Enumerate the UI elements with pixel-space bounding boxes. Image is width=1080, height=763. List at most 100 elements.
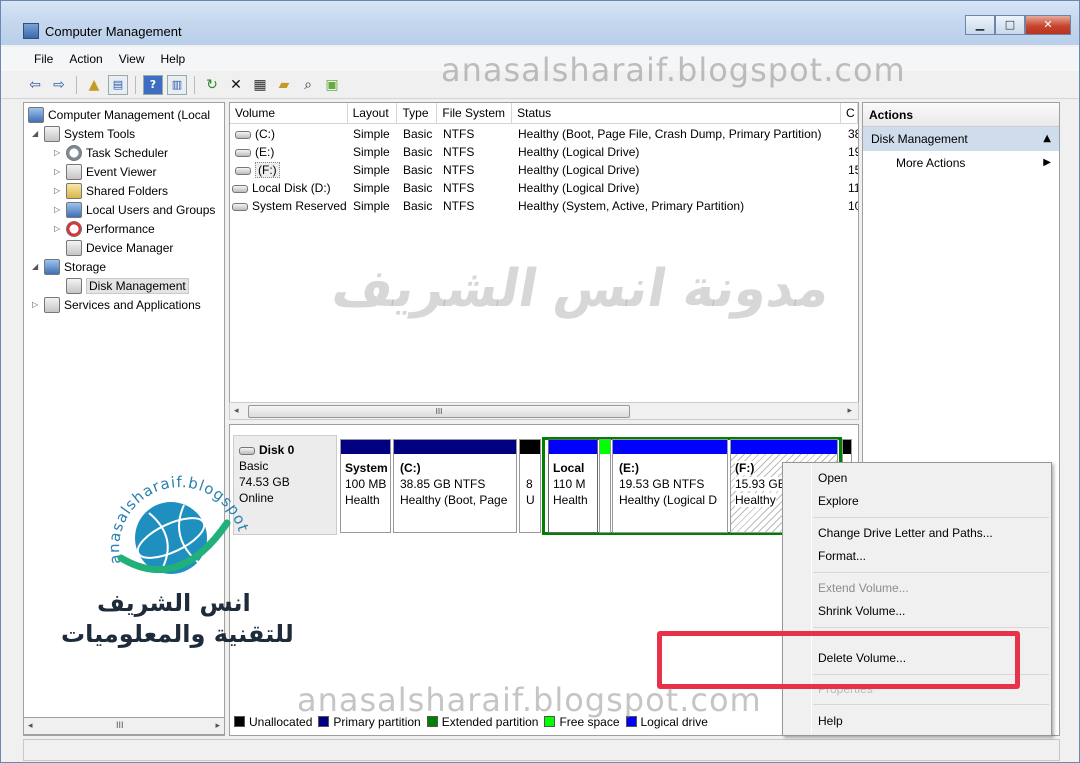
menu-help[interactable]: Help <box>154 52 193 66</box>
close-button[interactable]: ✕ <box>1025 15 1071 35</box>
storage-icon <box>44 258 60 275</box>
col-type[interactable]: Type <box>397 103 438 123</box>
partition-unallocated[interactable]: 8U <box>519 439 541 533</box>
scroll-grip[interactable]: III <box>116 720 124 730</box>
watermark-url-top: anasalsharaif.blogspot.com <box>441 51 906 89</box>
expand-triangle-icon[interactable]: ▷ <box>54 148 66 157</box>
logo-subtitle-arabic: للتقنية والمعلوميات <box>61 620 294 648</box>
collapse-triangle-icon[interactable]: ◢ <box>32 262 44 271</box>
collapse-up-icon[interactable]: ▲ <box>1043 127 1051 151</box>
col-capacity[interactable]: C <box>841 103 858 123</box>
col-volume[interactable]: Volume <box>230 103 348 123</box>
drive-icon <box>232 202 248 211</box>
expand-triangle-icon[interactable]: ▷ <box>54 186 66 195</box>
scroll-right-icon[interactable]: ▸ <box>847 405 852 416</box>
scroll-thumb[interactable]: III <box>248 405 630 418</box>
computer-management-icon <box>23 23 39 39</box>
tree-item-local-users[interactable]: ▷ Local Users and Groups <box>54 200 215 219</box>
volume-list-header: Volume Layout Type File System Status C <box>230 103 858 124</box>
tree-root[interactable]: Computer Management (Local <box>28 105 210 124</box>
disk-icon <box>239 446 255 455</box>
tree-horizontal-scrollbar[interactable]: ◂ III ▸ <box>23 717 225 735</box>
open-icon[interactable]: ▰ <box>274 75 294 95</box>
drive-icon <box>235 130 251 139</box>
partition-e[interactable]: (E:) 19.53 GB NTFS Healthy (Logical D <box>612 439 728 533</box>
tree-item-event-viewer[interactable]: ▷ Event Viewer <box>54 162 156 181</box>
shared-folder-icon <box>66 182 82 199</box>
partition-free-space[interactable] <box>599 439 611 533</box>
menu-item-extend-volume: Extend Volume... <box>818 581 909 595</box>
show-hide-tree-icon[interactable]: ▤ <box>108 74 128 95</box>
scroll-left-icon[interactable]: ◂ <box>234 405 239 416</box>
window-title: Computer Management <box>45 24 182 39</box>
clock-icon <box>66 144 82 161</box>
menu-item-change-drive-letter[interactable]: Change Drive Letter and Paths... <box>818 526 993 540</box>
help-icon[interactable]: ? <box>143 74 163 95</box>
properties-icon[interactable]: ▦ <box>250 75 270 95</box>
table-row[interactable]: System Reserved Simple Basic NTFS Health… <box>230 197 858 215</box>
table-row[interactable]: (F:) Simple Basic NTFS Healthy (Logical … <box>230 161 858 179</box>
maximize-button[interactable]: □ <box>995 15 1025 35</box>
device-manager-icon <box>66 239 82 256</box>
logo-title-arabic: انس الشريف <box>97 589 251 617</box>
tree-item-disk-management[interactable]: Disk Management <box>66 276 189 295</box>
menu-view[interactable]: View <box>112 52 152 66</box>
tools-icon <box>44 125 60 142</box>
action-pane-icon[interactable]: ▥ <box>167 74 187 95</box>
services-icon <box>44 296 60 313</box>
volume-horizontal-scrollbar[interactable]: ◂ III ▸ <box>229 402 859 420</box>
scroll-right-icon[interactable]: ▸ <box>215 720 220 731</box>
expand-triangle-icon[interactable]: ▷ <box>54 224 66 233</box>
refresh-icon[interactable]: ↻ <box>202 75 222 95</box>
export-icon[interactable]: ▣ <box>322 75 342 95</box>
tree-item-storage[interactable]: ◢ Storage <box>32 257 106 276</box>
tree-item-system-tools[interactable]: ◢ System Tools <box>32 124 135 143</box>
menu-item-open[interactable]: Open <box>818 471 847 485</box>
col-status[interactable]: Status <box>512 103 842 123</box>
delete-icon[interactable]: ✕ <box>226 75 246 95</box>
table-row[interactable]: (C:) Simple Basic NTFS Healthy (Boot, Pa… <box>230 125 858 143</box>
computer-icon <box>28 106 44 123</box>
menu-item-shrink-volume[interactable]: Shrink Volume... <box>818 604 905 618</box>
menu-item-explore[interactable]: Explore <box>818 494 859 508</box>
title-bar: Computer Management ▁ □ ✕ <box>1 1 1079 45</box>
up-folder-icon[interactable]: ▲ <box>84 75 104 95</box>
partition-local-d[interactable]: Local 110 M Health <box>548 439 598 533</box>
expand-triangle-icon[interactable]: ▷ <box>54 205 66 214</box>
more-actions-item[interactable]: More Actions ▶ <box>863 151 1059 175</box>
drive-icon <box>235 148 251 157</box>
scroll-left-icon[interactable]: ◂ <box>28 720 33 731</box>
menu-item-format[interactable]: Format... <box>818 549 866 563</box>
partition-c[interactable]: (C:) 38.85 GB NTFS Healthy (Boot, Page <box>393 439 517 533</box>
watermark-arabic: مدونة انس الشريف <box>327 259 836 319</box>
disk-management-icon <box>66 277 82 294</box>
context-menu: Open Explore Change Drive Letter and Pat… <box>782 462 1052 736</box>
forward-arrow-icon[interactable]: ⇨ <box>49 75 69 95</box>
menu-action[interactable]: Action <box>62 52 109 66</box>
menu-file[interactable]: File <box>27 52 60 66</box>
minimize-button[interactable]: ▁ <box>965 15 995 35</box>
tree-item-performance[interactable]: ▷ Performance <box>54 219 155 238</box>
tree-item-task-scheduler[interactable]: ▷ Task Scheduler <box>54 143 168 162</box>
partition-system-reserved[interactable]: System 100 MB Health <box>340 439 391 533</box>
tree-item-device-manager[interactable]: Device Manager <box>66 238 173 257</box>
actions-section-disk-management[interactable]: Disk Management ▲ <box>863 127 1059 151</box>
menu-item-help[interactable]: Help <box>818 714 843 728</box>
actions-header: Actions <box>863 103 1059 127</box>
table-row[interactable]: (E:) Simple Basic NTFS Healthy (Logical … <box>230 143 858 161</box>
search-icon[interactable]: ⌕ <box>298 75 318 95</box>
col-file-system[interactable]: File System <box>437 103 513 123</box>
back-arrow-icon[interactable]: ⇦ <box>25 75 45 95</box>
expand-triangle-icon[interactable]: ▷ <box>32 300 44 309</box>
expand-triangle-icon[interactable]: ▷ <box>54 167 66 176</box>
table-row[interactable]: Local Disk (D:) Simple Basic NTFS Health… <box>230 179 858 197</box>
tree-item-shared-folders[interactable]: ▷ Shared Folders <box>54 181 168 200</box>
drive-icon <box>235 166 251 175</box>
tree-item-services[interactable]: ▷ Services and Applications <box>32 295 201 314</box>
col-layout[interactable]: Layout <box>348 103 398 123</box>
drive-icon <box>232 184 248 193</box>
collapse-triangle-icon[interactable]: ◢ <box>32 129 44 138</box>
watermark-url-bottom: anasalsharaif.blogspot.com <box>297 681 762 719</box>
performance-icon <box>66 220 82 237</box>
status-bar <box>23 739 1060 761</box>
